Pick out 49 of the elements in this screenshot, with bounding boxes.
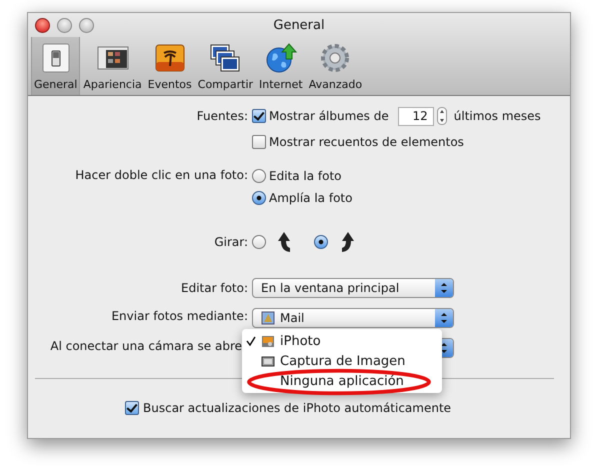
checkbox[interactable]	[252, 109, 266, 123]
switch-icon	[40, 42, 72, 74]
radio-button[interactable]	[252, 191, 266, 205]
toolbar-tab[interactable]: Apariencia	[80, 37, 145, 95]
scanner-icon	[261, 354, 275, 368]
window-title: General	[273, 18, 325, 32]
menu-item[interactable]: Captura de Imagen	[242, 351, 442, 371]
radio-label: Edita la foto	[269, 169, 342, 183]
edit-photo-dropdown[interactable]: En la ventana principal	[252, 278, 454, 298]
rotate-label: Girar:	[213, 235, 248, 249]
toolbar-tab[interactable]: Avanzado	[306, 37, 366, 95]
toolbar-tab[interactable]: Eventos	[144, 37, 195, 95]
camera-label: Al conectar una cámara se abre	[49, 339, 243, 353]
toolbar-tab[interactable]: Compartir	[194, 37, 256, 95]
toolbar-tab[interactable]: General	[31, 37, 80, 95]
stepper-icon[interactable]	[436, 107, 447, 125]
close-button[interactable]	[35, 18, 50, 32]
checkbox[interactable]	[252, 135, 266, 149]
stacked-photos-icon	[209, 42, 242, 74]
radio-button[interactable]	[314, 235, 328, 249]
checkbox-label: Mostrar recuentos de elementos	[269, 135, 464, 149]
menu-item[interactable]: Ninguna aplicación	[242, 371, 442, 391]
radio-label: Amplía la foto	[269, 191, 352, 205]
dropdown-arrows-icon	[435, 279, 453, 297]
months-field[interactable]: 12	[398, 106, 434, 126]
zoom-button[interactable]	[79, 18, 94, 32]
sources-label: Fuentes:	[196, 109, 248, 123]
rotate-left-icon	[277, 231, 293, 253]
months-label: últimos meses	[454, 109, 541, 123]
double-click-label: Hacer doble clic en una foto:	[74, 167, 248, 182]
checkmark-icon	[246, 336, 256, 346]
email-via-label: Enviar fotos mediante:	[110, 309, 248, 323]
camera-photo-icon	[261, 334, 275, 348]
dropdown-arrows-icon	[435, 309, 453, 327]
stamp-icon	[261, 311, 275, 325]
radio-button[interactable]	[252, 235, 266, 249]
menu-item[interactable]: iPhoto	[242, 331, 442, 351]
globe-upload-icon	[264, 42, 297, 74]
sunset-palm-icon	[154, 42, 186, 74]
radio-button[interactable]	[252, 169, 266, 183]
minimize-button[interactable]	[57, 18, 72, 32]
checkbox-label: Mostrar álbumes de	[269, 109, 389, 123]
gear-icon	[319, 42, 352, 74]
checkbox-label: Buscar actualizaciones de iPhoto automáticamente	[143, 401, 452, 415]
edit-photo-label: Editar foto:	[180, 281, 248, 295]
toolbar-tab[interactable]: Internet	[256, 37, 306, 95]
email-dropdown[interactable]: Mail	[252, 308, 454, 328]
rotate-right-icon	[339, 231, 355, 253]
checkbox[interactable]	[125, 401, 139, 415]
